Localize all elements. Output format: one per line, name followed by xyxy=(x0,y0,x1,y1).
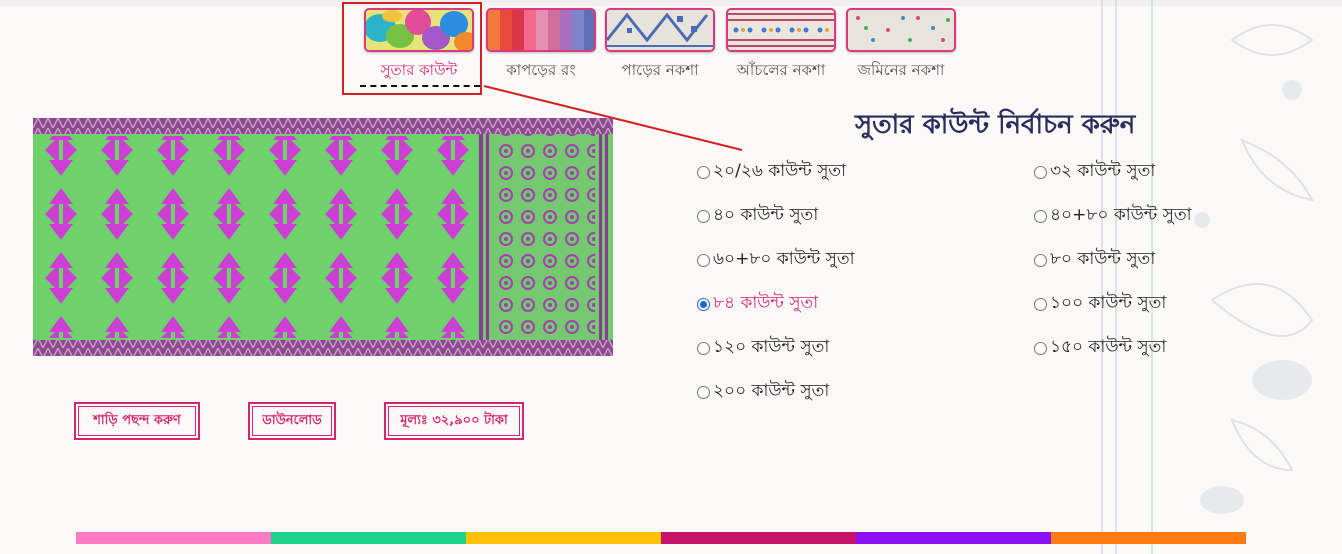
border-design-thumbnail xyxy=(605,8,715,52)
option-80-count[interactable]: ৮০ কাউন্ট সুতা xyxy=(1034,246,1155,274)
tab-fabric-color[interactable]: কাপড়ের রং xyxy=(485,8,597,84)
option-32-count[interactable]: ৩২ কাউন্ট সুতা xyxy=(1034,158,1155,186)
color-bar-segment xyxy=(1051,532,1246,544)
body-design-thumbnail xyxy=(846,8,956,52)
tab-label: কাপড়ের রং xyxy=(506,61,576,79)
option-40-count[interactable]: ৪০ কাউন্ট সুতা xyxy=(697,202,818,230)
radio-button[interactable] xyxy=(1034,341,1047,355)
option-label: ৬০+৮০ কাউন্ট সুতা xyxy=(713,249,855,269)
fabric-colors-thumbnail xyxy=(486,8,596,52)
color-bar-segment xyxy=(76,532,271,544)
radio-button[interactable] xyxy=(1034,209,1047,223)
option-label: ৮৪ কাউন্ট সুতা xyxy=(713,293,819,313)
active-tab-highlight xyxy=(342,2,482,95)
option-label: ৪০ কাউন্ট সুতা xyxy=(713,205,819,225)
option-60-80-count[interactable]: ৬০+৮০ কাউন্ট সুতা xyxy=(697,246,855,274)
radio-button-selected[interactable] xyxy=(697,297,710,311)
tab-label: আঁচলের নকশা xyxy=(736,61,826,79)
color-bar-segment xyxy=(661,532,856,544)
option-200-count[interactable]: ২০০ কাউন্ট সুতা xyxy=(697,378,829,406)
background-pattern xyxy=(1101,0,1314,554)
radio-button[interactable] xyxy=(697,385,710,399)
active-tab-underline xyxy=(360,85,480,87)
option-label: ১০০ কাউন্ট সুতা xyxy=(1050,293,1167,313)
section-title: সুতার কাউন্ট নির্বাচন করুন xyxy=(855,110,1136,140)
option-label: ১৫০ কাউন্ট সুতা xyxy=(1050,337,1167,357)
choose-saree-button[interactable]: শাড়ি পছন্দ করুণ xyxy=(74,402,200,440)
option-label: ২০০ কাউন্ট সুতা xyxy=(713,381,830,401)
option-150-count[interactable]: ১৫০ কাউন্ট সুতা xyxy=(1034,334,1166,362)
price-button[interactable]: মূল্যঃ ৩২,৯০০ টাকা xyxy=(384,402,524,440)
tab-anchal-design[interactable]: আঁচলের নকশা xyxy=(725,8,837,84)
option-40-80-count[interactable]: ৪০+৮০ কাউন্ট সুতা xyxy=(1034,202,1192,230)
saree-preview-image xyxy=(33,118,613,356)
radio-button[interactable] xyxy=(1034,253,1047,267)
tab-body-design[interactable]: জমিনের নকশা xyxy=(845,8,957,84)
option-120-count[interactable]: ১২০ কাউন্ট সুতা xyxy=(697,334,829,362)
color-bar-segment xyxy=(856,532,1051,544)
radio-button[interactable] xyxy=(697,209,710,223)
tab-border-design[interactable]: পাড়ের নকশা xyxy=(604,8,716,84)
color-bar-segment xyxy=(466,532,661,544)
option-100-count[interactable]: ১০০ কাউন্ট সুতা xyxy=(1034,290,1166,318)
option-84-count[interactable]: ৮৪ কাউন্ট সুতা xyxy=(697,290,818,318)
radio-button[interactable] xyxy=(697,341,710,355)
radio-button[interactable] xyxy=(1034,165,1047,179)
option-label: ৩২ কাউন্ট সুতা xyxy=(1050,161,1156,181)
radio-button[interactable] xyxy=(697,253,710,267)
option-label: ২০/২৬ কাউন্ট সুতা xyxy=(713,161,847,181)
option-label: ৮০ কাউন্ট সুতা xyxy=(1050,249,1156,269)
radio-button[interactable] xyxy=(1034,297,1047,311)
color-bar-segment xyxy=(271,532,466,544)
anchal-design-thumbnail xyxy=(726,8,836,52)
radio-button[interactable] xyxy=(697,165,710,179)
download-button[interactable]: ডাউনলোড xyxy=(248,402,336,440)
tab-label: জমিনের নকশা xyxy=(857,61,945,79)
tab-label: পাড়ের নকশা xyxy=(621,61,699,79)
option-label: ৪০+৮০ কাউন্ট সুতা xyxy=(1050,205,1192,225)
option-20-26-count[interactable]: ২০/২৬ কাউন্ট সুতা xyxy=(697,158,846,186)
option-label: ১২০ কাউন্ট সুতা xyxy=(713,337,830,357)
